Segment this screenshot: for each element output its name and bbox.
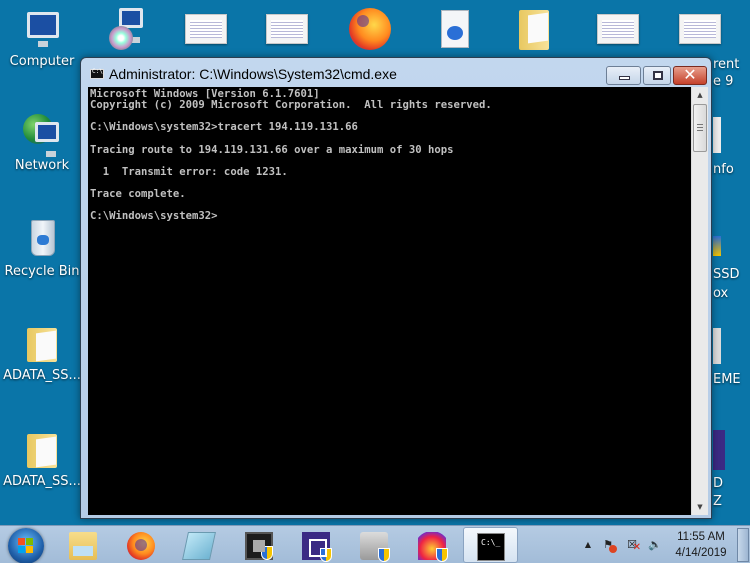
partial-icon[interactable] bbox=[713, 117, 721, 153]
desktop-icon-document-1[interactable] bbox=[245, 8, 329, 54]
desktop-icon-label[interactable]: nfo bbox=[713, 162, 734, 177]
partial-cpuz-icon[interactable] bbox=[713, 430, 725, 470]
desktop-icon-media-file[interactable] bbox=[412, 8, 496, 54]
document-thumbnail-icon bbox=[597, 8, 639, 50]
computer-icon bbox=[21, 8, 63, 50]
desktop-icon-firefox[interactable] bbox=[328, 8, 412, 54]
document-thumbnail-icon bbox=[266, 8, 308, 50]
desktop-icon-document-3[interactable] bbox=[658, 8, 742, 54]
taskbar-ssd-tool[interactable] bbox=[347, 527, 401, 563]
clock-date: 4/14/2019 bbox=[675, 547, 727, 559]
taskbar-firefox[interactable] bbox=[114, 527, 168, 563]
media-file-icon bbox=[433, 8, 475, 50]
desktop-icon-document-2[interactable] bbox=[576, 8, 660, 54]
cmd-window[interactable]: Administrator: C:\Windows\System32\cmd.e… bbox=[80, 57, 712, 519]
firefox-shortcut-icon bbox=[349, 8, 391, 50]
action-center-flag-icon[interactable]: ⚑ bbox=[600, 537, 617, 553]
desktop-icon-label[interactable]: e 9 bbox=[713, 74, 733, 89]
console-line: C:\Windows\system32> bbox=[90, 210, 218, 223]
firefox-icon bbox=[127, 532, 155, 560]
network-disconnected-icon[interactable]: ☒ ✕ bbox=[624, 537, 641, 553]
taskbar-hummingbird[interactable] bbox=[405, 527, 459, 563]
maximize-button[interactable] bbox=[643, 66, 671, 85]
console-line: Tracing route to 194.119.131.66 over a m… bbox=[90, 143, 454, 156]
console-line: C:\Windows\system32>tracert 194.119.131.… bbox=[90, 121, 358, 134]
console-output[interactable]: Microsoft Windows [Version 6.1.7601] Copy… bbox=[88, 87, 691, 515]
desktop-icon-label: Computer bbox=[9, 54, 75, 69]
start-button[interactable] bbox=[8, 528, 44, 563]
partial-shield-icon[interactable] bbox=[713, 236, 721, 256]
desktop-icon-folder[interactable] bbox=[492, 4, 576, 50]
screenshot-thumbnail-icon bbox=[185, 8, 227, 50]
minimize-button[interactable] bbox=[606, 66, 641, 85]
desktop-icon-label[interactable]: rent bbox=[713, 57, 739, 72]
cpu-z-icon bbox=[302, 532, 332, 562]
folder-icon bbox=[513, 4, 555, 50]
partial-zip-icon[interactable] bbox=[713, 328, 721, 364]
notepad-icon bbox=[182, 532, 216, 560]
window-title: Administrator: C:\Windows\System32\cmd.e… bbox=[109, 66, 397, 82]
desktop-icon-label: ADATA_SS... bbox=[3, 474, 81, 489]
desktop-icon-label[interactable]: ox bbox=[713, 286, 728, 301]
vertical-scrollbar[interactable]: ▲ ▼ bbox=[691, 87, 708, 515]
recycle-bin-icon bbox=[21, 218, 63, 260]
show-hidden-icons-icon[interactable]: ▲ bbox=[580, 537, 596, 553]
windows-logo-icon bbox=[18, 538, 34, 554]
console-line: Trace complete. bbox=[90, 188, 186, 201]
scroll-up-arrow-icon[interactable]: ▲ bbox=[692, 87, 708, 103]
installer-icon bbox=[105, 8, 147, 50]
maximize-icon bbox=[653, 71, 663, 80]
taskbar-explorer[interactable] bbox=[56, 527, 110, 563]
desktop-icon-label[interactable]: EME bbox=[713, 372, 741, 387]
network-icon bbox=[21, 112, 63, 157]
taskbar-gpu-tool[interactable] bbox=[232, 527, 286, 563]
desktop-icon-label[interactable]: SSD bbox=[713, 267, 740, 282]
command-prompt-icon bbox=[477, 533, 505, 561]
desktop-icon-label[interactable]: Z bbox=[713, 494, 722, 509]
cmd-icon bbox=[90, 68, 104, 79]
close-button[interactable]: ✕ bbox=[673, 65, 707, 85]
minimize-icon bbox=[619, 76, 630, 80]
folder-explorer-icon bbox=[69, 532, 97, 560]
desktop-icon-installer[interactable] bbox=[84, 8, 168, 54]
close-icon: ✕ bbox=[683, 65, 697, 84]
document-thumbnail-icon bbox=[679, 8, 721, 50]
taskbar-cpu-z[interactable] bbox=[289, 527, 343, 563]
desktop-icon-label: Network bbox=[14, 158, 70, 173]
desktop-icon-label: ADATA_SS... bbox=[3, 368, 81, 383]
scroll-thumb[interactable] bbox=[693, 104, 707, 152]
desktop-icon-network[interactable]: Network bbox=[0, 112, 84, 174]
desktop-icon-recycle-bin[interactable]: Recycle Bin bbox=[0, 218, 84, 280]
folder-icon bbox=[21, 428, 63, 470]
desktop-icon-screenshot-1[interactable] bbox=[164, 8, 248, 54]
console-line: Copyright (c) 2009 Microsoft Corporation… bbox=[90, 99, 492, 111]
hummingbird-icon bbox=[418, 532, 448, 562]
show-desktop-button[interactable] bbox=[737, 528, 749, 562]
gpu-chip-icon bbox=[245, 532, 273, 560]
desktop-icon-computer[interactable]: Computer bbox=[0, 8, 84, 70]
system-clock[interactable]: 11:55 AM 4/14/2019 bbox=[670, 529, 732, 561]
taskbar: ▲ ⚑ ☒ ✕ 🔉 11:55 AM 4/14/2019 bbox=[0, 525, 750, 563]
folder-icon bbox=[21, 322, 63, 364]
console-line: 1 Transmit error: code 1231. bbox=[90, 165, 288, 178]
taskbar-command-prompt[interactable] bbox=[463, 527, 518, 563]
volume-icon[interactable]: 🔉 bbox=[647, 537, 663, 553]
desktop-icon-adata-2[interactable]: ADATA_SS... bbox=[0, 428, 84, 490]
desktop-icon-label[interactable]: D bbox=[713, 476, 723, 491]
clock-time: 11:55 AM bbox=[677, 531, 725, 543]
scroll-down-arrow-icon[interactable]: ▼ bbox=[692, 499, 708, 515]
window-titlebar[interactable]: Administrator: C:\Windows\System32\cmd.e… bbox=[81, 58, 711, 88]
desktop-icon-adata-1[interactable]: ADATA_SS... bbox=[0, 322, 84, 384]
ssd-drive-icon bbox=[360, 532, 390, 562]
desktop-icon-label: Recycle Bin bbox=[4, 264, 80, 279]
taskbar-notepad[interactable] bbox=[172, 527, 226, 563]
